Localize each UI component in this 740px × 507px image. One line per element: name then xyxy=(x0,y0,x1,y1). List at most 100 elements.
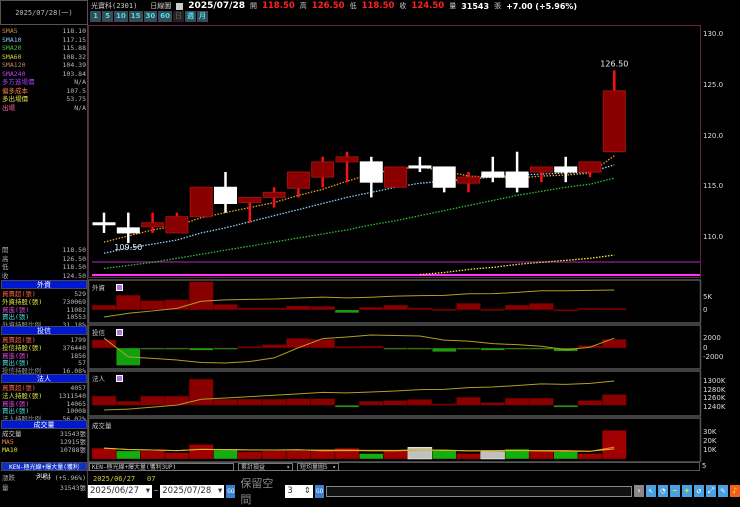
price-tick: 120.0 xyxy=(703,131,724,140)
panel-bar xyxy=(602,339,627,349)
volume-value: 31543 xyxy=(461,1,490,11)
panel-border xyxy=(88,370,702,417)
price-tick: 115.0 xyxy=(703,182,724,191)
sma-label: SMA20 xyxy=(2,44,22,52)
reserve-stepper[interactable]: 3 ⇕ xyxy=(285,484,314,498)
panel-settings-icon[interactable] xyxy=(116,329,123,336)
ohlc-label: 低 xyxy=(2,263,9,271)
panel-bar xyxy=(237,346,263,349)
indicator-bar: KEN-極光線+爆大量(獲利3UP) 累計損益 ▾ 短均量圖5 ▾ xyxy=(88,462,700,471)
candle xyxy=(262,187,286,208)
panel-bar xyxy=(213,398,238,406)
bell-icon[interactable]: ♪ xyxy=(729,485,740,497)
indicator-dropdown[interactable]: 累計損益 ▾ xyxy=(238,462,293,471)
candle xyxy=(384,166,408,188)
ohlc-row: 開 118.50 xyxy=(2,246,86,255)
low-label: 低 xyxy=(349,2,357,10)
sma-label: SMA120 xyxy=(2,61,26,69)
volume-label: 量 xyxy=(2,484,9,492)
panel-bar xyxy=(504,347,530,350)
row-value: 10788張 xyxy=(59,445,86,454)
pointer-icon[interactable]: ↖ xyxy=(645,485,656,497)
period-button-月[interactable]: 月 xyxy=(197,11,208,22)
panel-bar xyxy=(407,307,433,311)
end-date-input[interactable]: 2025/07/28 ▾ xyxy=(160,484,225,498)
panel-bar xyxy=(602,308,627,311)
panel-settings-icon[interactable] xyxy=(116,284,123,291)
range-controls: 2025/06/27 ▾ ~ 2025/07/28 ▾ GO 保留空間 3 ⇕ GO … xyxy=(88,477,740,506)
panel-bar xyxy=(310,339,335,349)
volume-row: 量 31543張 xyxy=(2,484,86,493)
undo-icon[interactable]: ↺ xyxy=(693,485,704,497)
panel-tick: 2000 xyxy=(703,334,721,343)
period-button-1[interactable]: 1 xyxy=(90,11,101,22)
ohlc-label: 收 xyxy=(2,271,9,280)
panel-bar xyxy=(164,452,190,460)
candle xyxy=(165,212,189,234)
panel-bar xyxy=(140,347,165,350)
panel-bar xyxy=(334,404,360,408)
range-separator: ~ xyxy=(154,487,159,495)
candle xyxy=(238,196,262,223)
zoom-in-icon[interactable]: + xyxy=(681,485,692,497)
candle-body xyxy=(214,186,237,204)
candle-body xyxy=(384,166,408,188)
price-tick: 125.0 xyxy=(703,80,724,89)
go-button[interactable]: GO xyxy=(226,484,236,498)
period-button-10[interactable]: 10 xyxy=(114,11,128,22)
panel-bar xyxy=(553,404,578,408)
candle xyxy=(116,212,140,244)
panel-bar xyxy=(529,397,554,406)
signal-label: 出場 xyxy=(2,103,15,112)
panel-bar xyxy=(261,307,287,311)
scroll-right-icon[interactable]: › xyxy=(633,485,644,497)
period-button-60[interactable]: 60 xyxy=(158,11,172,22)
panel-bar xyxy=(286,398,311,406)
panel-tick: 1300K xyxy=(703,377,726,385)
reserve-go-button[interactable]: GO xyxy=(315,484,325,498)
panel-3 xyxy=(88,417,702,462)
candle xyxy=(505,151,529,193)
candle-body xyxy=(359,161,383,183)
panel-bar xyxy=(577,400,603,406)
ohlc-value: 118.50 xyxy=(62,263,86,271)
signal-label: 多方進場價 xyxy=(2,78,35,86)
axis-date-month: 07 xyxy=(147,475,156,483)
panel-settings-icon[interactable] xyxy=(116,375,123,382)
candle xyxy=(432,166,456,193)
start-date-input[interactable]: 2025/06/27 ▾ xyxy=(88,484,153,498)
draw-icon[interactable]: ✎ xyxy=(717,485,728,497)
zoom-out-icon[interactable]: − xyxy=(669,485,680,497)
period-button-15[interactable]: 15 xyxy=(128,11,143,22)
panel-title: 外資 xyxy=(92,284,105,292)
panel-tick: 1260K xyxy=(703,394,726,403)
panel-bar xyxy=(188,444,214,460)
period-button-週[interactable]: 週 xyxy=(185,11,196,22)
panel-bar xyxy=(213,449,238,460)
panel-bar xyxy=(140,450,165,460)
period-button-日[interactable]: 日 xyxy=(173,11,184,22)
panel-title: 成交量 xyxy=(92,422,112,430)
clock-icon[interactable]: ◔ xyxy=(657,485,668,497)
fullscreen-icon[interactable]: ⤢ xyxy=(705,485,716,497)
panel-bar xyxy=(188,281,214,311)
ohlc-label: 開 xyxy=(2,246,9,254)
period-button-5[interactable]: 5 xyxy=(102,11,113,22)
panel-bar xyxy=(504,304,530,311)
strategy-dropdown[interactable]: KEN-極光線+爆大量(獲利3UP) xyxy=(89,462,234,471)
high-value: 126.50 xyxy=(311,1,345,11)
volume-dropdown[interactable]: 短均量圖5 ▾ xyxy=(297,462,339,471)
candle-body xyxy=(578,161,602,173)
panel-tick: 10K xyxy=(703,445,717,454)
section-header: 投信 xyxy=(1,326,87,335)
volume-unit: 張 xyxy=(494,2,502,10)
panel-tick: 20K xyxy=(703,436,717,445)
panel-bar xyxy=(577,453,603,460)
period-button-30[interactable]: 30 xyxy=(143,11,158,22)
panel-bar xyxy=(261,398,287,406)
panel-bar xyxy=(407,446,433,460)
candle xyxy=(481,156,505,183)
panel-bar xyxy=(334,346,360,349)
horizontal-scrollbar[interactable] xyxy=(326,485,632,497)
ohlc-label: 高 xyxy=(2,254,9,263)
